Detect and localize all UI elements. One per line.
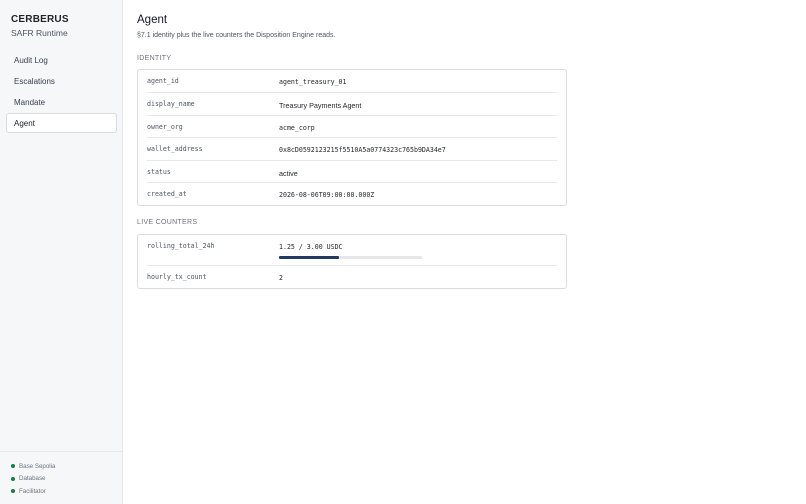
identity-row-agent-id: agent_id agent_treasury_01 bbox=[147, 70, 557, 93]
section-label-live-counters: LIVE COUNTERS bbox=[137, 219, 198, 226]
sidebar-nav: Audit Log Escalations Mandate Agent bbox=[6, 50, 117, 134]
status-dot-icon bbox=[11, 476, 15, 481]
sidebar-item-mandate[interactable]: Mandate bbox=[6, 92, 117, 112]
status-item-base-sepolia: Base Sepolia bbox=[0, 460, 122, 473]
brand-title: CERBERUS bbox=[11, 14, 69, 25]
field-key: display_name bbox=[147, 100, 195, 108]
field-key: created_at bbox=[147, 190, 187, 198]
identity-row-wallet-address: wallet_address 0x8cD0592123215f5510A5a07… bbox=[147, 138, 557, 161]
field-value: Treasury Payments Agent bbox=[279, 101, 362, 110]
status-item-facilitator: Facilitator bbox=[0, 485, 122, 498]
field-value: agent_treasury_01 bbox=[279, 78, 347, 86]
field-value: 0x8cD0592123215f5510A5a0774323c765b9DA34… bbox=[279, 146, 446, 154]
field-value: 2026-08-06T09:00:00.000Z bbox=[279, 191, 375, 199]
identity-card: agent_id agent_treasury_01 display_name … bbox=[137, 69, 567, 206]
brand: CERBERUS SAFR Runtime bbox=[11, 14, 69, 38]
live-counters-card: rolling_total_24h 1.25 / 3.00 USDC hourl… bbox=[137, 234, 567, 289]
identity-row-owner-org: owner_org acme_corp bbox=[147, 116, 557, 138]
field-value: active bbox=[279, 169, 298, 178]
field-key: wallet_address bbox=[147, 145, 203, 153]
status-dot-icon bbox=[11, 489, 15, 494]
counter-row-rolling-total: rolling_total_24h 1.25 / 3.00 USDC bbox=[147, 235, 557, 266]
rolling-total-progress-bar bbox=[279, 256, 422, 259]
status-label: Base Sepolia bbox=[19, 462, 56, 470]
field-key: hourly_tx_count bbox=[147, 273, 207, 281]
brand-subtitle: SAFR Runtime bbox=[11, 28, 68, 38]
page-description: §7.1 identity plus the live counters the… bbox=[137, 32, 336, 39]
field-value: acme_corp bbox=[279, 124, 315, 132]
status-label: Database bbox=[19, 475, 46, 483]
sidebar-item-escalations[interactable]: Escalations bbox=[6, 71, 117, 91]
status-label: Facilitator bbox=[19, 487, 46, 495]
status-item-database: Database bbox=[0, 473, 122, 486]
field-key: owner_org bbox=[147, 123, 183, 131]
status-dot-icon bbox=[11, 464, 15, 469]
field-key: status bbox=[147, 168, 171, 176]
identity-row-display-name: display_name Treasury Payments Agent bbox=[147, 93, 557, 116]
page-title: Agent bbox=[137, 14, 168, 26]
identity-row-created-at: created_at 2026-08-06T09:00:00.000Z bbox=[147, 183, 557, 205]
field-value: 1.25 / 3.00 USDC bbox=[279, 243, 343, 251]
sidebar-item-agent[interactable]: Agent bbox=[6, 113, 117, 133]
field-key: agent_id bbox=[147, 77, 179, 85]
sidebar: CERBERUS SAFR Runtime Audit Log Escalati… bbox=[0, 0, 123, 504]
section-label-identity: IDENTITY bbox=[137, 55, 172, 62]
identity-row-status: status active bbox=[147, 161, 557, 183]
field-key: rolling_total_24h bbox=[147, 242, 215, 250]
counter-row-hourly-tx: hourly_tx_count 2 bbox=[147, 266, 557, 288]
rolling-total-progress-fill bbox=[279, 256, 339, 259]
service-status-list: Base Sepolia Database Facilitator bbox=[0, 451, 122, 504]
sidebar-item-audit-log[interactable]: Audit Log bbox=[6, 50, 117, 70]
field-value: 2 bbox=[279, 274, 283, 282]
